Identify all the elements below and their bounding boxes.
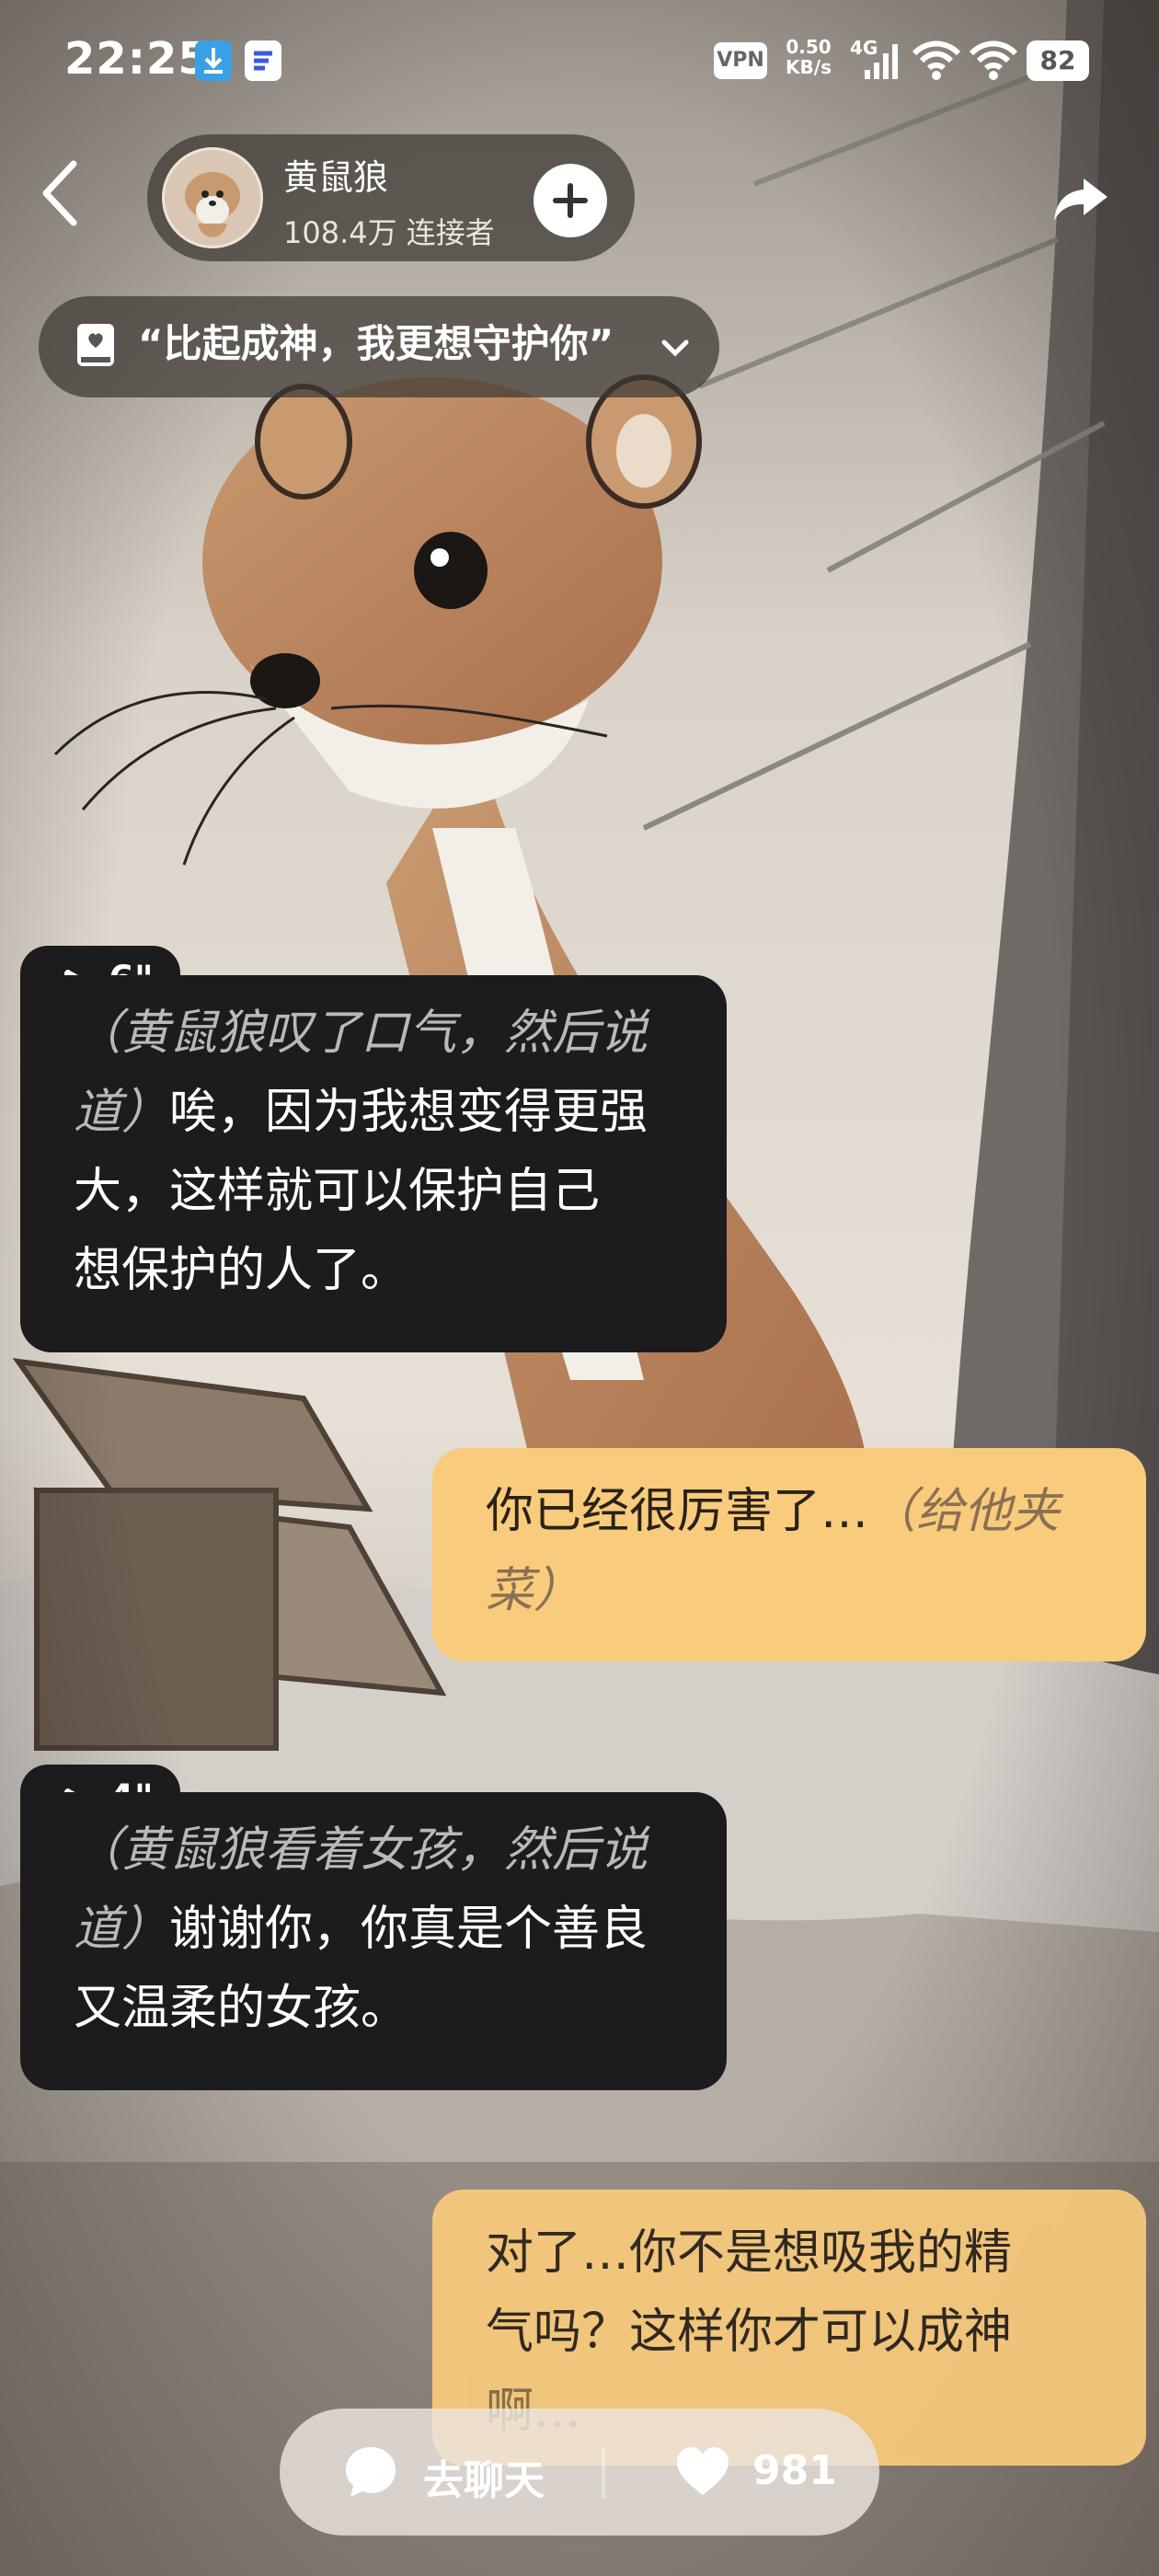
wifi-icon — [968, 37, 1019, 83]
share-arrow-icon — [1054, 178, 1107, 221]
network-type: 4G — [850, 37, 878, 59]
message-action-text: （黄鼠狼叹了口气，然后说 — [74, 1006, 648, 1061]
topic-title: “比起成神，我更想守护你” — [138, 321, 614, 366]
ai-message-bubble: （黄鼠狼叹了口气，然后说 道）唉，因为我想变得更强 大，这样就可以保护自己 想保… — [20, 975, 727, 1352]
message-text: 气吗？这样你才可以成神 — [486, 2305, 1013, 2360]
message-action-text: 菜） — [486, 1563, 582, 1618]
ai-message-bubble: （黄鼠狼看着女孩，然后说 道）谢谢你，你真是个善良 又温柔的女孩。 — [20, 1792, 727, 2090]
message-text: 又温柔的女孩。 — [74, 1981, 409, 2036]
message-text: 唉，因为我想变得更强 — [169, 1085, 648, 1140]
message-text: 谢谢你，你真是个善良 — [169, 1902, 648, 1957]
plus-icon — [553, 183, 588, 218]
user-message-bubble: 你已经很厉害了…（给他夹 菜） — [432, 1448, 1146, 1662]
chat-bubble-icon — [346, 2447, 396, 2497]
chevron-down-icon — [655, 328, 695, 368]
like-count: 981 — [752, 2447, 837, 2494]
book-icon — [74, 320, 118, 372]
share-button[interactable] — [1049, 166, 1113, 230]
divider — [602, 2447, 605, 2499]
message-action-text: （给他夹 — [868, 1484, 1061, 1539]
message-action-text: 道） — [74, 1085, 170, 1140]
character-name: 黄鼠狼 — [283, 157, 389, 198]
message-text: 大，这样就可以保护自己 — [74, 1164, 601, 1219]
message-text: 你已经很厉害了… — [486, 1484, 869, 1539]
network-speed-unit: KB/s — [786, 56, 832, 78]
battery-level: 82 — [1027, 40, 1089, 81]
wifi-icon — [911, 37, 962, 83]
back-chevron-icon — [42, 160, 77, 226]
signal-icon: 4G — [850, 37, 901, 83]
message-action-text: 道） — [74, 1902, 170, 1957]
vpn-badge: VPN — [714, 42, 767, 79]
download-icon — [195, 40, 232, 81]
network-speed: 0.50 KB/s — [780, 37, 837, 77]
avatar[interactable] — [162, 147, 263, 248]
network-speed-value: 0.50 — [786, 36, 832, 58]
go-chat-button[interactable]: 去聊天 — [331, 2438, 589, 2506]
follow-button[interactable] — [534, 164, 607, 237]
like-button[interactable]: 981 — [670, 2438, 863, 2506]
message-action-text: （黄鼠狼看着女孩，然后说 — [74, 1823, 648, 1878]
status-time: 22:25 — [64, 33, 210, 85]
message-text: 对了…你不是想吸我的精 — [486, 2225, 1013, 2281]
go-chat-label: 去聊天 — [423, 2457, 545, 2504]
back-button[interactable] — [35, 156, 90, 230]
message-text: 想保护的人了。 — [74, 1243, 409, 1298]
app-notification-icon — [245, 40, 281, 81]
connector-count: 108.4万 连接者 — [283, 215, 495, 250]
heart-icon — [677, 2447, 729, 2495]
